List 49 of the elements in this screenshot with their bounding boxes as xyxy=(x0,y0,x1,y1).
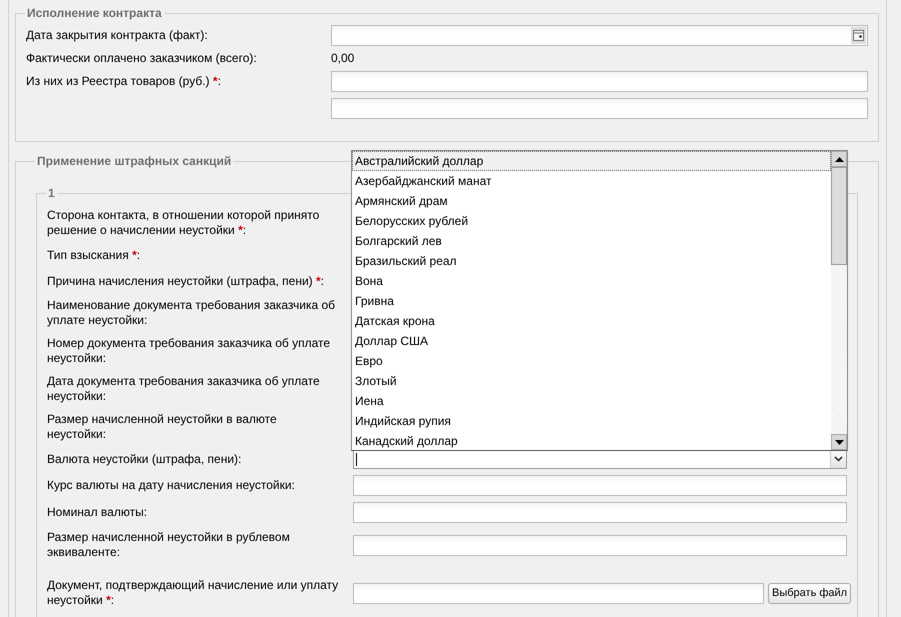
list-option[interactable]: Доллар США xyxy=(352,331,831,351)
list-option[interactable]: Австралийский доллар xyxy=(352,151,831,171)
input-field[interactable] xyxy=(353,502,847,523)
scrollbar[interactable] xyxy=(831,151,847,450)
list-option[interactable]: Иена xyxy=(352,391,831,411)
section-legend: Применение штрафных санкций xyxy=(35,154,234,168)
field-label: Валюта неустойки (штрафа, пени): xyxy=(47,452,242,466)
input-field[interactable] xyxy=(353,534,847,556)
value-text: 0,00 xyxy=(331,51,354,66)
list-option[interactable]: Белорусских рублей xyxy=(352,211,831,231)
field-label: Дата документа требования заказчика об уплате неустойки: xyxy=(47,374,320,403)
field-label: Фактически оплачено заказчиком (всего): xyxy=(26,51,257,65)
field-label: Наименование документа требования заказчика об уплате неустойки: xyxy=(47,298,336,327)
field-label: Курс валюты на дату начисления неустойки: xyxy=(47,478,295,492)
list-option[interactable]: Злотый xyxy=(352,371,831,391)
scroll-down-icon[interactable] xyxy=(831,434,847,450)
field-label: Из них из Реестра товаров (руб.) *: xyxy=(26,74,221,88)
field-label: Размер начисленной неустойки в валюте неустойки: xyxy=(47,412,277,441)
section-legend: Исполнение контракта xyxy=(25,6,164,20)
caret-icon[interactable] xyxy=(830,450,846,468)
list-option[interactable]: Индийская рупия xyxy=(352,411,831,431)
section-legend: 1 xyxy=(46,186,57,200)
field-label: Дата закрытия контракта (факт): xyxy=(26,28,208,42)
scroll-up-icon[interactable] xyxy=(831,151,847,167)
date-field[interactable] xyxy=(331,25,868,46)
input-field[interactable] xyxy=(331,98,868,119)
field-label: Тип взыскания *: xyxy=(47,248,140,262)
list-option[interactable]: Азербайджанский манат xyxy=(352,171,831,191)
input-field[interactable] xyxy=(353,475,847,496)
dropdown-list[interactable]: Австралийский доллар Азербайджанский манат Армянский драм Белорусских рублей Болгарский лев Бразильский реал Вона Гривна Датская крона Доллар США Евро Злотый Иена Индийская рупия Канадский доллар xyxy=(351,150,848,451)
list-option[interactable]: Евро xyxy=(352,351,831,371)
calendar-icon[interactable] xyxy=(851,27,866,44)
field-label: Документ, подтверждающий начисление или уплату неустойки *: xyxy=(47,578,338,607)
list-option[interactable]: Гривна xyxy=(352,291,831,311)
list-option[interactable]: Датская крона xyxy=(352,311,831,331)
list-option[interactable]: Вона xyxy=(352,271,831,291)
field-label: Номинал валюты: xyxy=(47,505,148,519)
field-label: Сторона контакта, в отношении которой принято решение о начислении неустойки *: xyxy=(47,208,320,237)
field-label: Номер документа требования заказчика об уплате неустойки: xyxy=(47,336,330,365)
field-label: Размер начисленной неустойки в рублевом эквиваленте: xyxy=(47,530,290,559)
list-option[interactable]: Армянский драм xyxy=(352,191,831,211)
list-option[interactable]: Болгарский лев xyxy=(352,231,831,251)
choose-file-button[interactable]: Выбрать файл xyxy=(768,582,852,604)
field-label: Причина начисления неустойки (штрафа, пени) *: xyxy=(47,274,324,288)
input-field[interactable] xyxy=(331,71,868,92)
input-field[interactable] xyxy=(353,582,764,604)
currency-select[interactable] xyxy=(353,449,847,469)
list-option[interactable]: Бразильский реал xyxy=(352,251,831,271)
list-option[interactable]: Канадский доллар xyxy=(352,431,831,451)
